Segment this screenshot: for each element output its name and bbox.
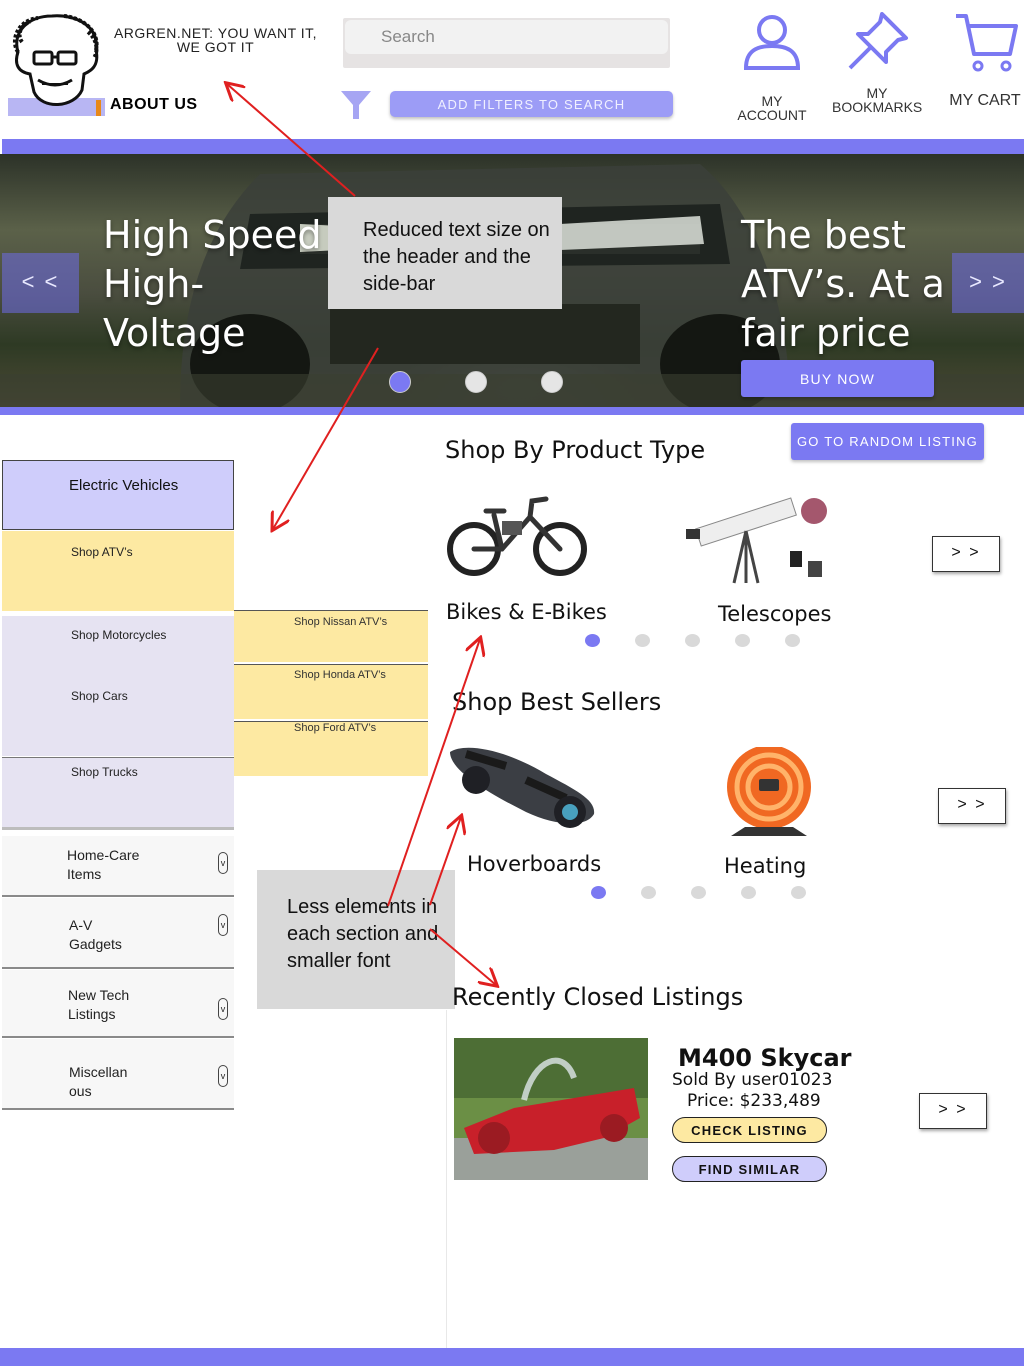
- cart-label: MY CART: [949, 92, 1021, 109]
- find-similar-button[interactable]: FIND SIMILAR: [672, 1156, 827, 1182]
- chevron-down-icon[interactable]: v: [218, 852, 228, 874]
- hero-right-text: The best ATV’s. At a fair price: [741, 213, 945, 355]
- hoverboard-image[interactable]: [446, 740, 598, 830]
- sidebar-category-home-care[interactable]: Home-Care Items v: [2, 836, 234, 897]
- hero-next-button[interactable]: > >: [952, 253, 1024, 313]
- product-type-label-2[interactable]: Telescopes: [718, 602, 831, 626]
- check-listing-button[interactable]: CHECK LISTING: [672, 1117, 827, 1143]
- product-type-dot-4[interactable]: [735, 634, 750, 647]
- content-divider: [446, 1010, 447, 1350]
- site-logo[interactable]: [8, 12, 105, 116]
- listing-price: Price: $233,489: [687, 1091, 821, 1111]
- listing-name[interactable]: M400 Skycar: [678, 1044, 851, 1072]
- best-seller-dot-5[interactable]: [791, 886, 806, 899]
- sidebar-item-cars[interactable]: Shop Cars: [71, 689, 128, 703]
- ebike-image[interactable]: [446, 487, 589, 582]
- sidebar-category-miscellaneous[interactable]: Miscellan ous v: [2, 1039, 234, 1110]
- account-link[interactable]: MY ACCOUNT: [726, 12, 818, 122]
- skycar-image[interactable]: [454, 1038, 648, 1180]
- heater-image[interactable]: [711, 745, 827, 836]
- cart-icon: [956, 14, 1018, 72]
- site-title: ARGREN.NET: YOU WANT IT, WE GOT IT: [113, 25, 318, 55]
- best-sellers-next-button[interactable]: > >: [938, 788, 1006, 824]
- sidebar-category-new-tech[interactable]: New Tech Listings v: [2, 970, 234, 1038]
- bookmarks-link[interactable]: MY BOOKMARKS: [832, 10, 922, 114]
- product-type-dot-3[interactable]: [685, 634, 700, 647]
- sidebar-category-label: New Tech Listings: [68, 987, 130, 1022]
- hero-left-text: High Speed High-Voltage: [103, 213, 322, 355]
- hero-dot-3[interactable]: [541, 371, 563, 393]
- chevron-down-icon[interactable]: v: [218, 998, 228, 1020]
- best-seller-dot-3[interactable]: [691, 886, 706, 899]
- best-seller-dot-2[interactable]: [641, 886, 656, 899]
- account-label: MY ACCOUNT: [737, 93, 807, 123]
- sidebar-category-label: Home-Care Items: [67, 847, 140, 882]
- sidebar-item-honda-atvs[interactable]: Shop Honda ATV’s: [234, 664, 428, 719]
- search-input[interactable]: [345, 20, 668, 54]
- recent-listings-title: Recently Closed Listings: [452, 983, 744, 1011]
- annotation-note-sections: Less elements in each section and smalle…: [257, 870, 455, 1009]
- header-divider: [2, 139, 1024, 154]
- product-type-next-button[interactable]: > >: [932, 536, 1000, 572]
- sidebar-category-label: A-V Gadgets: [69, 917, 122, 952]
- sidebar-item-trucks[interactable]: Shop Trucks: [2, 757, 234, 830]
- add-filters-button[interactable]: ADD FILTERS TO SEARCH: [390, 91, 673, 117]
- sidebar-item-ford-atvs[interactable]: Shop Ford ATV’s: [234, 721, 428, 776]
- listing-seller: Sold By user01023: [672, 1070, 833, 1090]
- sidebar-item-nissan-atvs[interactable]: Shop Nissan ATV’s: [234, 610, 428, 662]
- random-listing-button[interactable]: GO TO RANDOM LISTING: [791, 423, 984, 460]
- hero-prev-button[interactable]: < <: [2, 253, 79, 313]
- best-seller-dot-1[interactable]: [591, 886, 606, 899]
- product-type-dot-1[interactable]: [585, 634, 600, 647]
- recent-listings-next-button[interactable]: > >: [919, 1093, 987, 1129]
- sidebar-category-label: Miscellan ous: [69, 1064, 128, 1099]
- bookmarks-label: MY BOOKMARKS: [832, 85, 923, 115]
- chevron-down-icon[interactable]: v: [218, 914, 228, 936]
- product-type-dot-2[interactable]: [635, 634, 650, 647]
- hero-dot-1[interactable]: [389, 371, 411, 393]
- product-type-label-1[interactable]: Bikes & E-Bikes: [446, 600, 607, 624]
- sidebar-category-av-gadgets[interactable]: A-V Gadgets v: [2, 898, 234, 969]
- product-type-dot-5[interactable]: [785, 634, 800, 647]
- footer-bar: [0, 1348, 1024, 1366]
- telescope-image[interactable]: [686, 493, 830, 585]
- sidebar-category-electric-vehicles[interactable]: Electric Vehicles: [2, 460, 234, 530]
- sidebar-item-atvs[interactable]: Shop ATV’s: [2, 531, 234, 611]
- about-us-link[interactable]: ABOUT US: [110, 96, 198, 114]
- cart-link[interactable]: MY CART: [946, 10, 1024, 109]
- product-type-title: Shop By Product Type: [445, 436, 706, 464]
- best-seller-label-1[interactable]: Hoverboards: [467, 852, 601, 876]
- search-box: [343, 18, 670, 68]
- pin-icon: [848, 12, 908, 70]
- best-sellers-title: Shop Best Sellers: [452, 688, 662, 716]
- chevron-down-icon[interactable]: v: [218, 1065, 228, 1087]
- annotation-note-header: Reduced text size on the header and the …: [328, 197, 562, 309]
- hero-divider: [0, 407, 1024, 415]
- buy-now-button[interactable]: BUY NOW: [741, 360, 934, 397]
- filter-icon[interactable]: [339, 89, 373, 121]
- best-seller-dot-4[interactable]: [741, 886, 756, 899]
- best-seller-label-2[interactable]: Heating: [724, 854, 806, 878]
- hero-dot-2[interactable]: [465, 371, 487, 393]
- sidebar-item-motorcycles[interactable]: Shop Motorcycles: [71, 628, 166, 642]
- user-icon: [743, 15, 801, 70]
